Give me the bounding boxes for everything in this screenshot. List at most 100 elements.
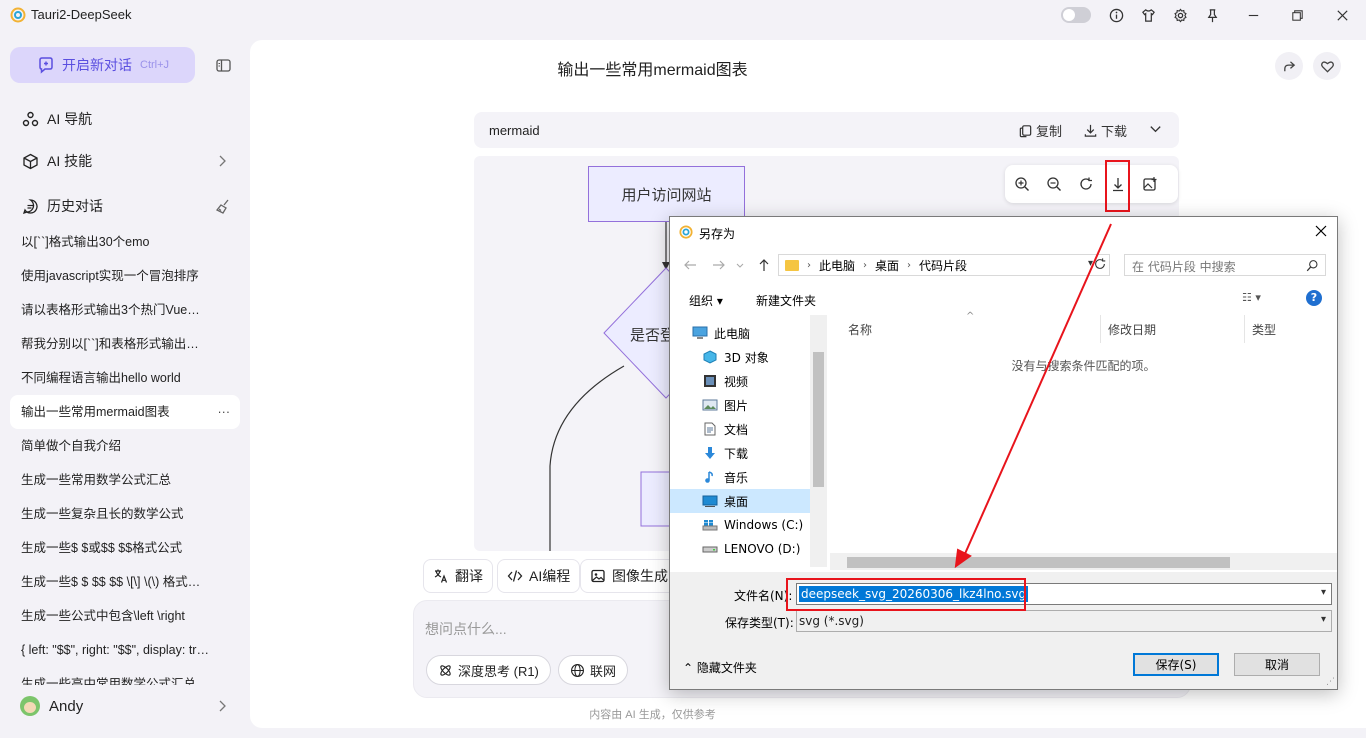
download-label: 下载: [1101, 124, 1128, 139]
new-chat-button[interactable]: 开启新对话 Ctrl+J: [10, 47, 195, 83]
cancel-button[interactable]: 取消: [1234, 653, 1320, 676]
history-item[interactable]: 以[``]格式输出30个emo: [10, 225, 240, 259]
horizontal-scrollbar-thumb[interactable]: [847, 557, 1230, 568]
history-item[interactable]: 帮我分别以[``]和表格形式输出数据: [10, 327, 240, 361]
ai-disclaimer: 内容由 AI 生成，仅供参考: [589, 709, 716, 721]
tree-scrollbar-thumb[interactable]: [813, 352, 824, 487]
filename-dropdown-icon[interactable]: ▾: [1321, 587, 1326, 598]
user-profile[interactable]: Andy: [20, 694, 83, 718]
breadcrumb-this-pc[interactable]: 此电脑: [819, 257, 855, 274]
export-image-button[interactable]: [1141, 175, 1159, 193]
restore-icon[interactable]: [1288, 6, 1306, 24]
tree-item-c-drive[interactable]: Windows (C:): [702, 513, 810, 537]
column-header-modified[interactable]: 修改日期: [1108, 321, 1156, 338]
column-header-name[interactable]: 名称: [848, 321, 872, 338]
tree-item-videos[interactable]: 视频: [702, 369, 810, 393]
copy-icon: [1019, 125, 1032, 138]
nav-ai-navigation[interactable]: AI 导航: [22, 109, 92, 129]
theme-toggle[interactable]: [1061, 7, 1091, 23]
web-search-toggle[interactable]: 联网: [558, 655, 629, 685]
chat-input[interactable]: 想问点什么...: [425, 619, 507, 639]
deep-think-toggle[interactable]: 深度思考 (R1): [426, 655, 551, 685]
favorite-button[interactable]: [1313, 52, 1341, 80]
annotation-highlight-download: [1105, 160, 1130, 212]
deep-think-label: 深度思考 (R1): [458, 663, 539, 679]
info-icon[interactable]: [1107, 6, 1125, 24]
tool-ai-coding[interactable]: AI编程: [497, 559, 581, 593]
tool-translate[interactable]: 翻译: [423, 559, 493, 593]
pin-icon[interactable]: [1203, 6, 1221, 24]
nav-ai-skills[interactable]: AI 技能: [22, 151, 92, 171]
history-item[interactable]: 不同编程语言输出hello world: [10, 361, 240, 395]
address-bar[interactable]: › 此电脑 › 桌面 › 代码片段 ▾: [778, 254, 1110, 276]
search-icon[interactable]: [1306, 259, 1319, 272]
share-button[interactable]: [1275, 52, 1303, 80]
column-header-type[interactable]: 类型: [1252, 321, 1276, 338]
history-item[interactable]: 简单做个自我介绍: [10, 429, 240, 463]
history-item[interactable]: 使用javascript实现一个冒泡排序: [10, 259, 240, 293]
more-options-icon[interactable]: ···: [218, 395, 231, 429]
tree-item-pictures[interactable]: 图片: [702, 393, 810, 417]
code-block-header: mermaid 复制 下载: [474, 112, 1179, 148]
history-item[interactable]: 生成一些$ $ $$ $$ \[\] \(\) 格式公式: [10, 565, 240, 599]
navigation-tree: 此电脑 3D 对象 视频 图片 文档 下载 音乐 桌面 Windows (C:)…: [670, 315, 827, 567]
tree-item-documents[interactable]: 文档: [702, 417, 810, 441]
history-item[interactable]: 生成一些复杂且长的数学公式: [10, 497, 240, 531]
tree-item-this-pc[interactable]: 此电脑: [692, 321, 810, 345]
shirt-icon[interactable]: [1139, 6, 1157, 24]
filetype-select[interactable]: svg (*.svg) ▾: [796, 610, 1332, 632]
tree-item-desktop[interactable]: 桌面: [670, 489, 810, 513]
history-item[interactable]: 生成一些$ $或$$ $$格式公式: [10, 531, 240, 565]
breadcrumb-desktop[interactable]: 桌面: [875, 257, 899, 274]
settings-gear-icon[interactable]: [1171, 6, 1189, 24]
resize-grip-icon[interactable]: ⋰: [1326, 677, 1335, 687]
history-list: 以[``]格式输出30个emo 使用javascript实现一个冒泡排序 请以表…: [10, 225, 240, 685]
breadcrumb-snippets[interactable]: 代码片段: [919, 257, 967, 274]
tree-label: Windows (C:): [724, 518, 804, 532]
close-icon[interactable]: [1313, 223, 1329, 239]
filetype-dropdown-icon[interactable]: ▾: [1321, 614, 1326, 625]
minimize-icon[interactable]: [1244, 6, 1262, 24]
new-folder-button[interactable]: 新建文件夹: [756, 292, 816, 309]
help-icon[interactable]: ?: [1306, 290, 1322, 306]
hide-folders-toggle[interactable]: ⌃ 隐藏文件夹: [683, 659, 757, 676]
title-bar: Tauri2-DeepSeek: [0, 0, 1366, 30]
history-item[interactable]: 请以表格形式输出3个热门Vue插件: [10, 293, 240, 327]
zoom-out-button[interactable]: [1045, 175, 1063, 193]
copy-button[interactable]: 复制: [1018, 121, 1062, 140]
tree-item-downloads[interactable]: 下载: [702, 441, 810, 465]
forward-arrow-icon[interactable]: [711, 257, 727, 273]
sidebar-collapse-icon[interactable]: [215, 57, 232, 74]
refresh-icon[interactable]: [1093, 257, 1107, 271]
tree-label: 此电脑: [714, 326, 751, 341]
view-options-icon[interactable]: ☷ ▾: [1242, 291, 1261, 304]
document-icon: [702, 422, 718, 436]
history-item[interactable]: 生成一些公式中包含\left \right: [10, 599, 240, 633]
history-item[interactable]: 生成一些常用数学公式汇总: [10, 463, 240, 497]
expand-collapse-button[interactable]: [1148, 121, 1166, 136]
image-export-icon: [1143, 177, 1157, 191]
folder-search-input[interactable]: 在 代码片段 中搜索: [1124, 254, 1326, 276]
history-item[interactable]: 生成一些高中常用数学公式汇总: [10, 667, 240, 685]
tool-image-gen[interactable]: 图像生成: [580, 559, 678, 593]
broom-clean-icon[interactable]: [215, 198, 231, 214]
back-arrow-icon[interactable]: [682, 257, 698, 273]
close-window-icon[interactable]: [1333, 6, 1351, 24]
reset-button[interactable]: [1077, 175, 1095, 193]
up-arrow-icon[interactable]: [756, 257, 772, 273]
tree-item-music[interactable]: 音乐: [702, 465, 810, 489]
tree-item-d-drive[interactable]: LENOVO (D:): [702, 537, 810, 561]
refresh-icon: [1080, 177, 1092, 190]
nav-history[interactable]: 历史对话: [22, 196, 103, 216]
organize-menu[interactable]: 组织 ▾: [689, 292, 723, 309]
windows-drive-icon: [702, 518, 718, 532]
folder-icon: [785, 259, 799, 271]
user-name: Andy: [49, 697, 84, 715]
history-item[interactable]: { left: "$$", right: "$$", display: true…: [10, 633, 240, 667]
download-button[interactable]: 下载: [1083, 121, 1127, 140]
history-item-active[interactable]: 输出一些常用mermaid图表 ···: [10, 395, 240, 429]
tree-item-3d-objects[interactable]: 3D 对象: [702, 345, 810, 369]
zoom-in-button[interactable]: [1013, 175, 1031, 193]
save-button[interactable]: 保存(S): [1133, 653, 1219, 676]
history-dropdown-icon[interactable]: [735, 257, 745, 273]
